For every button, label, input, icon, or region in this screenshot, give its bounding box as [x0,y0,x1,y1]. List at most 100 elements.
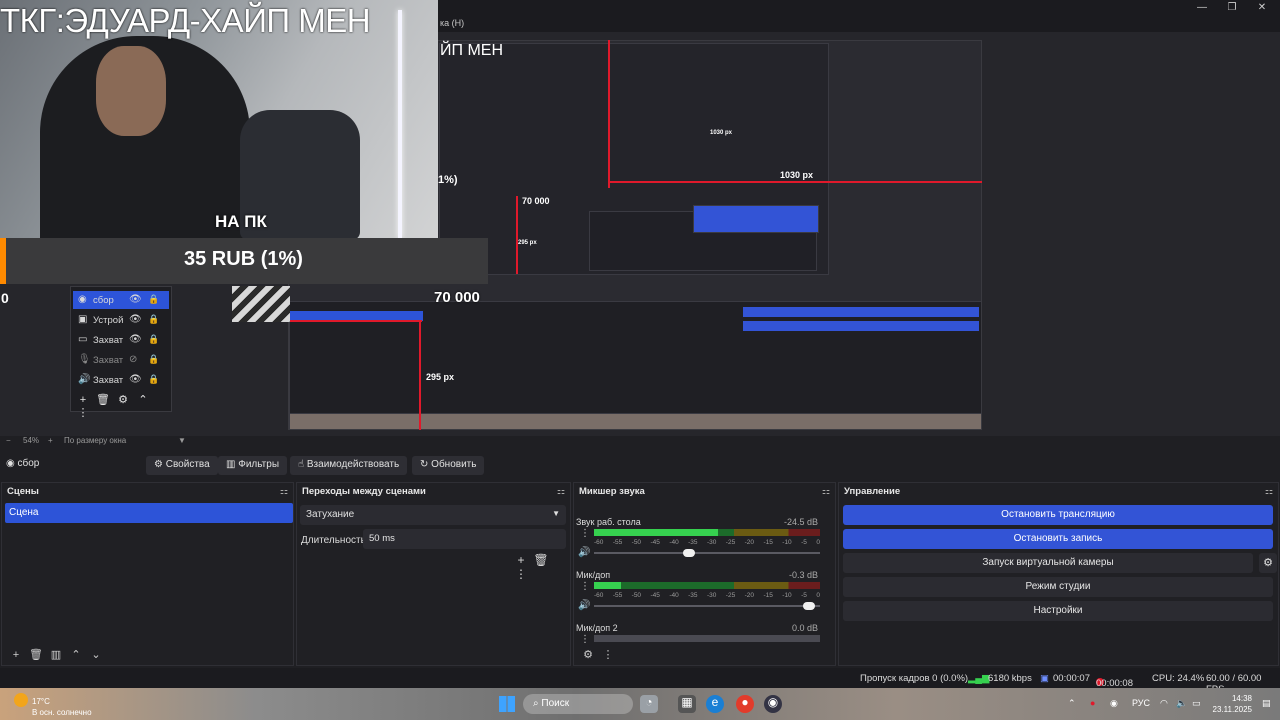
add-icon[interactable]: + [511,553,531,567]
filters-button[interactable]: ▥ Фильтры [218,456,288,475]
eye-hidden-icon[interactable]: ⊘ [129,354,137,365]
wifi-icon[interactable]: ◠ [1160,698,1168,709]
meter-tick: -60 [594,539,604,546]
record-tray-icon[interactable]: ● [1090,698,1095,708]
dock-menu-icon[interactable]: ⚏ [822,486,830,497]
meter-tick: -45 [650,592,660,599]
fit-mode[interactable]: По размеру окна [64,436,126,445]
gear-icon[interactable]: ⚙ [578,648,598,661]
chevron-up-icon[interactable]: ⌃ [66,648,86,661]
more-icon[interactable]: ⋮ [580,634,590,645]
notification-icon[interactable]: ▤ [1262,698,1271,709]
minimize-button[interactable]: — [1187,2,1217,16]
meter-tick: -45 [650,539,660,546]
trash-icon[interactable]: 🗑 [26,648,46,661]
maximize-button[interactable]: ❐ [1217,2,1247,16]
source-item[interactable]: 🎙 Захват ⊘ 🔒 [73,351,169,369]
file-explorer-icon[interactable]: ▦ [678,695,696,713]
app-icon[interactable]: ◔ [640,695,658,713]
chrome-icon[interactable]: ● [736,695,754,713]
windows-start-icon[interactable] [499,696,515,712]
stop-stream-button[interactable]: Остановить трансляцию [843,505,1273,525]
virtual-camera-button[interactable]: Запуск виртуальной камеры [843,553,1253,573]
chevron-down-icon[interactable]: ⌄ [86,648,106,661]
meter-tick: -15 [763,592,773,599]
lock-icon[interactable]: 🔒 [148,354,159,365]
measure-label-1030-small: 1030 px [710,130,733,136]
chevron-up-icon[interactable]: ⌃ [1068,698,1076,709]
taskbar-search[interactable]: ⌕ Поиск [523,694,633,714]
refresh-button[interactable]: ↻ Обновить [412,456,485,475]
zero-label: 0 [1,290,9,306]
obs-tray-icon[interactable]: ◉ [1110,698,1118,709]
dropped-frames: Пропуск кадров 0 (0.0%) [860,673,969,684]
add-icon[interactable]: + [6,649,26,661]
settings-button[interactable]: Настройки [843,601,1273,621]
fader-knob[interactable] [682,549,695,557]
zoom-in-icon[interactable]: + [48,436,53,445]
source-item[interactable]: ▭ Захват 👁 🔒 [73,331,169,349]
filter-icon[interactable]: ▥ [46,648,66,661]
scenes-toolbar: + 🗑 ▥ ⌃ ⌄ [6,648,106,661]
dock-menu-icon[interactable]: ⚏ [280,486,288,497]
speaker-icon[interactable]: 🔊 [578,600,590,611]
close-button[interactable]: ✕ [1247,2,1277,16]
chevron-down-icon[interactable]: ▼ [178,436,186,445]
dock-menu-icon[interactable]: ⚏ [1265,486,1273,497]
volume-meter [594,635,820,642]
more-icon[interactable]: ⋮ [580,528,590,539]
fader-knob[interactable] [802,602,815,610]
gear-icon[interactable]: ⚙ [1259,553,1277,573]
zoom-out-icon[interactable]: − [6,436,11,445]
source-item[interactable]: 🔊 Захват 👁 🔒 [73,371,169,389]
edge-icon[interactable]: e [706,695,724,713]
measure-line-vertical-3 [516,196,518,274]
trash-icon[interactable]: 🗑 [531,553,551,567]
interact-button[interactable]: ☝ Взаимодействовать [290,456,408,475]
transition-select[interactable]: Затухание ▼ [300,505,566,525]
gear-icon[interactable]: ⚙ [113,393,133,406]
stop-record-button[interactable]: Остановить запись [843,529,1273,549]
add-icon[interactable]: + [73,394,93,406]
transitions-dock-title: Переходы между сценами ⚏ [297,483,570,500]
eye-icon[interactable]: 👁 [129,334,142,345]
scene-item[interactable]: Сцена [5,503,293,523]
led-strip [398,10,402,238]
eye-icon[interactable]: 👁 [129,374,142,385]
source-item[interactable]: ▣ Устрой 👁 🔒 [73,311,169,329]
clock[interactable]: 14:38 23.11.2025 [1212,693,1252,715]
lock-icon[interactable]: 🔒 [148,334,159,345]
search-placeholder: Поиск [541,698,570,709]
sources-panel-capture: ◉ сбор 👁 🔒 ▣ Устрой 👁 🔒 ▭ Захват 👁 🔒 🎙 З… [70,286,172,419]
properties-button[interactable]: ⚙ Свойства [146,456,218,475]
volume-icon[interactable]: 🔈 [1176,698,1187,709]
more-icon[interactable]: ⋮ [580,581,590,592]
obs-icon[interactable]: ◉ [764,695,782,713]
trash-icon[interactable]: 🗑 [93,393,113,406]
more-icon[interactable]: ⋮ [73,406,93,419]
lock-icon[interactable]: 🔒 [148,314,159,325]
more-icon[interactable]: ⋮ [598,648,618,661]
source-name: Захват [93,375,124,386]
studio-mode-button[interactable]: Режим студии [843,577,1273,597]
weather-widget[interactable]: 17°C В осн. солнечно [14,693,92,718]
language-indicator[interactable]: РУС [1132,698,1150,708]
source-item[interactable]: ◉ сбор 👁 🔒 [73,291,169,309]
chevron-up-icon[interactable]: ⌃ [133,393,153,406]
dock-menu-icon[interactable]: ⚏ [557,486,565,497]
lock-icon[interactable]: 🔒 [148,294,159,305]
more-icon[interactable]: ⋮ [511,567,531,581]
stream-icon: ▣ [1040,673,1049,684]
source-toolbar-row: ◉ сбор ⚙ Свойства ▥ Фильтры ☝ Взаимодейс… [0,452,1280,478]
mixer-dock: Микшер звука ⚏ Звук раб. стола -24.5 dB ⋮… [573,482,836,666]
nested-goal: 70 000 [522,196,550,206]
eye-icon[interactable]: 👁 [129,314,142,325]
eye-icon[interactable]: 👁 [129,294,142,305]
battery-icon[interactable]: ▭ [1192,698,1201,709]
volume-fader[interactable] [594,602,820,610]
speaker-icon[interactable]: 🔊 [578,547,590,558]
scenes-dock: Сцены ⚏ Сцена + 🗑 ▥ ⌃ ⌄ [1,482,294,666]
duration-input[interactable]: 50 ms [363,529,566,549]
volume-fader[interactable] [594,549,820,557]
lock-icon[interactable]: 🔒 [148,374,159,385]
